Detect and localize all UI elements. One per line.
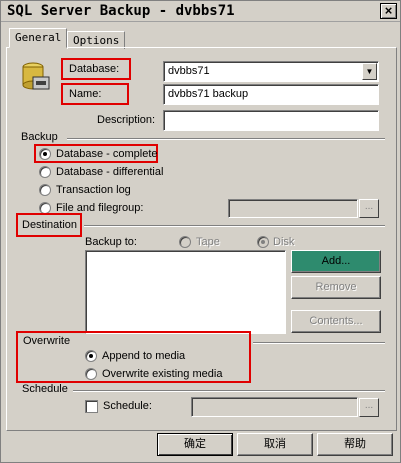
- tab-general[interactable]: General: [9, 28, 68, 48]
- backup-database-differential-radio[interactable]: [39, 166, 51, 178]
- backup-group-label: Backup: [21, 131, 58, 143]
- overwrite-existing-media-radio[interactable]: [85, 368, 97, 380]
- schedule-input: [191, 397, 358, 417]
- backup-separator: [67, 138, 385, 140]
- backup-destination-list[interactable]: [85, 250, 286, 334]
- name-input-value: dvbbs71 backup: [168, 88, 249, 100]
- database-select-value: dvbbs71: [168, 65, 210, 77]
- backup-transaction-log-radio[interactable]: [39, 184, 51, 196]
- backup-database-complete-radio[interactable]: [39, 148, 51, 160]
- schedule-separator: [73, 390, 385, 392]
- database-select[interactable]: dvbbs71 ▼: [163, 61, 379, 82]
- name-label: Name:: [69, 88, 102, 100]
- overwrite-separator: [253, 342, 385, 344]
- destination-separator: [84, 225, 385, 227]
- schedule-checkbox-label[interactable]: Schedule:: [103, 400, 152, 412]
- backup-dialog: SQL Server Backup - dvbbs71 × General Op…: [0, 0, 401, 463]
- add-destination-button[interactable]: Add...: [291, 250, 381, 273]
- overwrite-group-label: Overwrite: [23, 335, 71, 347]
- disk-label: Disk: [273, 236, 295, 248]
- tape-label: Tape: [196, 236, 220, 248]
- backup-to-label: Backup to:: [85, 236, 137, 248]
- cancel-button[interactable]: 取消: [237, 433, 313, 456]
- append-to-media-radio[interactable]: [85, 350, 97, 362]
- name-input[interactable]: dvbbs71 backup: [163, 84, 379, 105]
- file-filegroup-browse-button: ...: [359, 199, 379, 218]
- window-title: SQL Server Backup - dvbbs71: [7, 3, 235, 19]
- backup-database-complete-label[interactable]: Database - complete: [56, 148, 158, 160]
- contents-button: Contents...: [291, 310, 381, 333]
- overwrite-existing-media-label[interactable]: Overwrite existing media: [102, 368, 222, 380]
- destination-group-label: Destination: [22, 219, 78, 231]
- remove-destination-button: Remove: [291, 276, 381, 299]
- description-label: Description:: [97, 114, 156, 126]
- help-button[interactable]: 帮助: [317, 433, 393, 456]
- database-icon: [21, 61, 51, 95]
- append-to-media-label[interactable]: Append to media: [102, 350, 185, 362]
- backup-database-differential-label[interactable]: Database - differential: [56, 166, 163, 178]
- chevron-down-icon[interactable]: ▼: [362, 63, 377, 80]
- file-filegroup-input: [228, 199, 358, 218]
- tape-radio: [179, 236, 191, 248]
- schedule-group-label: Schedule: [22, 383, 68, 395]
- disk-radio: [257, 236, 269, 248]
- database-label: Database:: [69, 63, 120, 75]
- schedule-checkbox[interactable]: [85, 400, 98, 413]
- ok-button[interactable]: 确定: [157, 433, 233, 456]
- description-input[interactable]: [163, 110, 379, 131]
- close-button[interactable]: ×: [380, 3, 397, 19]
- schedule-browse-button: ...: [359, 398, 379, 417]
- title-bar: SQL Server Backup - dvbbs71 ×: [1, 1, 400, 22]
- backup-transaction-log-label[interactable]: Transaction log: [56, 184, 131, 196]
